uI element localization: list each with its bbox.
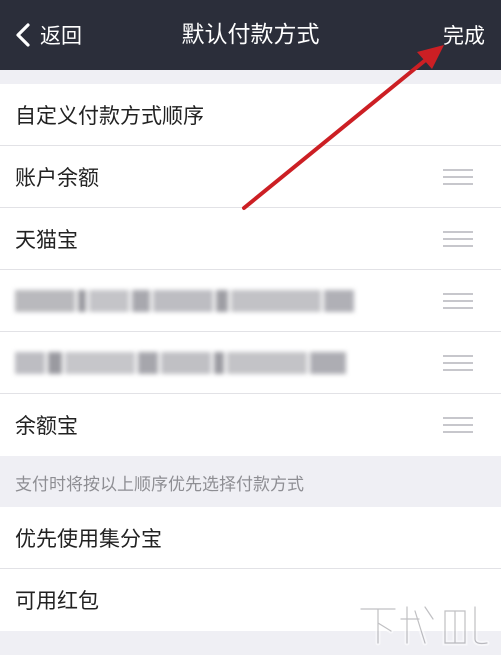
blurred-payment-label <box>15 288 354 314</box>
option-label: 优先使用集分宝 <box>15 526 162 551</box>
blurred-payment-label <box>15 350 346 376</box>
section-header-label: 自定义付款方式顺序 <box>15 103 204 128</box>
payment-method-row-blurred-1[interactable] <box>0 270 501 332</box>
payment-method-row-blurred-2[interactable] <box>0 332 501 394</box>
payment-method-label: 余额宝 <box>15 414 78 438</box>
option-label: 可用红包 <box>15 589 99 613</box>
payment-method-row-tmallbao[interactable]: 天猫宝 <box>0 208 501 270</box>
watermark-logo <box>358 604 490 646</box>
payment-method-label: 账户余额 <box>15 165 99 190</box>
drag-handle-icon[interactable] <box>443 416 473 434</box>
drag-handle-icon[interactable] <box>443 230 473 248</box>
page-title: 默认付款方式 <box>181 22 320 48</box>
section-header-row: 自定义付款方式顺序 <box>0 84 501 146</box>
payment-method-label: 天猫宝 <box>15 227 78 252</box>
order-footnote: 支付时将按以上顺序优先选择付款方式 <box>0 457 501 507</box>
drag-handle-icon[interactable] <box>443 168 473 186</box>
option-row-jifenbao[interactable]: 优先使用集分宝 <box>0 507 501 569</box>
payment-order-group: 自定义付款方式顺序 账户余额 天猫宝 余额宝 <box>0 84 501 456</box>
navigation-bar: 返回 默认付款方式 完成 <box>0 0 501 70</box>
drag-handle-icon[interactable] <box>443 292 473 310</box>
payment-method-row-balance[interactable]: 账户余额 <box>0 146 501 208</box>
drag-handle-icon[interactable] <box>443 354 473 372</box>
payment-method-row-yuebao[interactable]: 余额宝 <box>0 394 501 456</box>
done-button[interactable]: 完成 <box>443 20 485 52</box>
